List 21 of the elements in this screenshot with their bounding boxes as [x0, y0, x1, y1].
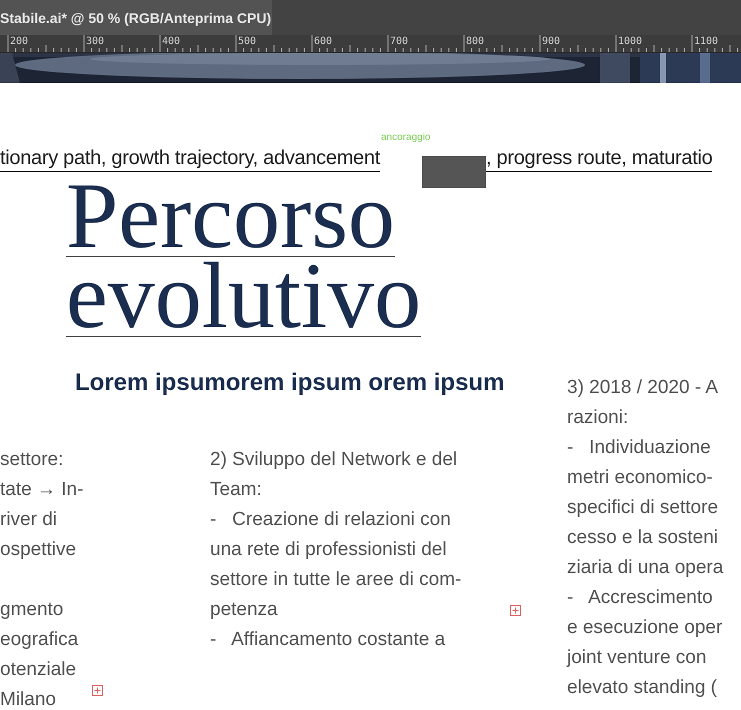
title-line: evolutivo [66, 256, 422, 337]
title-line: Percorso [66, 176, 395, 257]
ruler-label: 700 [390, 36, 408, 47]
placeholder-block [422, 156, 486, 188]
ruler-label: 400 [162, 36, 180, 47]
ruler-label: 1100 [694, 36, 718, 47]
column-text: 2) Sviluppo del Network e del Team: - Creazione di relazioni con una rete di professionisti del settore in tutte le aree di com- petenza - Affiancamento costante a [210, 448, 462, 652]
ruler-label: 800 [466, 36, 484, 47]
subtitle: Lorem ipsumorem ipsum orem ipsum [75, 369, 504, 397]
ruler-label: 900 [542, 36, 560, 47]
ruler-label: 200 [10, 36, 28, 47]
column-text: settore: tate → In- river di ospettive gmento eografica otenziale Milano [0, 448, 84, 710]
keyword-text: tionary path, growth trajectory, advancement [0, 146, 380, 172]
column-text: 3) 2018 / 2020 - A razioni: - Individuazione metri economico- specifici di settore cesso e la sosteni ziaria di una opera - Accrescimento e esecuzione oper joint venture con elevato standing ( [567, 376, 724, 700]
ruler-label: 500 [238, 36, 256, 47]
ruler-label: 1000 [618, 36, 642, 47]
ruler-label: 600 [314, 36, 332, 47]
ruler-label: 300 [86, 36, 104, 47]
keyword-text: , progress route, maturatio [486, 146, 712, 172]
anchor-label: ancoraggio [381, 132, 430, 143]
document-tab[interactable]: Stabile.ai* @ 50 % (RGB/Anteprima CPU) [0, 0, 272, 35]
